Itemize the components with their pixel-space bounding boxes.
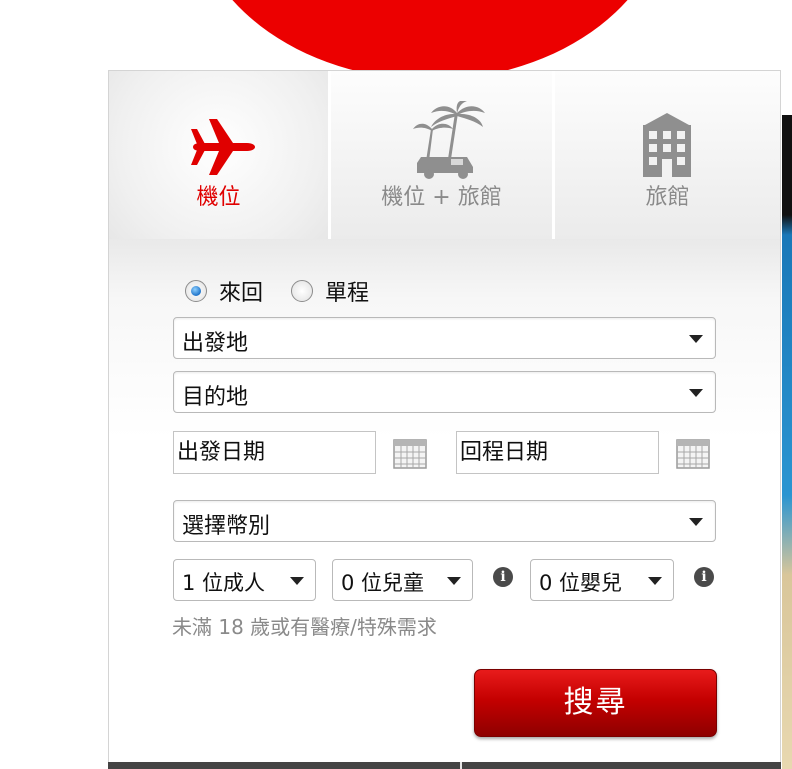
bottom-bar (108, 762, 781, 769)
currency-select[interactable]: 選擇幣別 (173, 500, 716, 542)
round-trip-label: 來回 (219, 281, 264, 306)
calendar-icon[interactable] (393, 439, 427, 469)
airplane-icon (191, 119, 255, 175)
building-icon (643, 113, 691, 177)
tab-flight-hotel-label: 機位 + 旅館 (381, 185, 502, 210)
depart-date-input[interactable] (173, 431, 376, 474)
flight-search-form: 來回 單程 出發地 目的地 出發日期 回程日期 選擇幣別 1 位成人 0 位兒童… (109, 239, 780, 769)
chevron-down-icon (290, 577, 304, 585)
return-date-input[interactable] (456, 431, 659, 474)
adults-select[interactable]: 1 位成人 (173, 559, 316, 601)
origin-value: 出發地 (182, 331, 249, 356)
info-icon[interactable]: i (694, 567, 714, 587)
chevron-down-icon (689, 518, 703, 526)
origin-select[interactable]: 出發地 (173, 317, 716, 359)
product-tabs: 機位 機位 + 旅館 旅館 (109, 71, 780, 239)
booking-widget: 機位 機位 + 旅館 旅館 來回 單程 出發地 目的地 出發日期 回程日期 選擇… (108, 70, 781, 769)
infants-select[interactable]: 0 位嬰兒 (530, 559, 674, 601)
one-way-label: 單程 (325, 281, 370, 306)
adults-value: 1 位成人 (182, 571, 266, 595)
brand-red-shape (190, 0, 670, 80)
background-photo-edge (782, 115, 792, 769)
radio-unchecked-icon[interactable] (291, 280, 314, 302)
tab-hotel[interactable]: 旅館 (555, 71, 780, 239)
search-button[interactable]: 搜尋 (474, 669, 717, 737)
palm-tree-van-icon (413, 101, 485, 179)
tab-hotel-label: 旅館 (645, 185, 690, 210)
destination-value: 目的地 (182, 385, 249, 410)
chevron-down-icon (689, 389, 703, 397)
chevron-down-icon (689, 335, 703, 343)
trip-type-group: 來回 單程 (185, 275, 397, 307)
round-trip-radio[interactable]: 來回 (185, 275, 263, 307)
infants-value: 0 位嬰兒 (539, 571, 623, 595)
tab-flight-label: 機位 (196, 185, 241, 210)
tab-flight-hotel[interactable]: 機位 + 旅館 (331, 71, 555, 239)
children-value: 0 位兒童 (341, 571, 425, 595)
children-select[interactable]: 0 位兒童 (332, 559, 473, 601)
info-icon[interactable]: i (493, 567, 513, 587)
one-way-radio[interactable]: 單程 (291, 275, 369, 307)
currency-value: 選擇幣別 (182, 514, 271, 539)
chevron-down-icon (447, 577, 461, 585)
tab-flight[interactable]: 機位 (109, 71, 331, 239)
radio-checked-icon[interactable] (185, 280, 207, 302)
special-needs-note[interactable]: 未滿 18 歲或有醫療/特殊需求 (172, 611, 437, 640)
divider (460, 762, 462, 769)
calendar-icon[interactable] (676, 439, 710, 469)
destination-select[interactable]: 目的地 (173, 371, 716, 413)
chevron-down-icon (648, 577, 662, 585)
